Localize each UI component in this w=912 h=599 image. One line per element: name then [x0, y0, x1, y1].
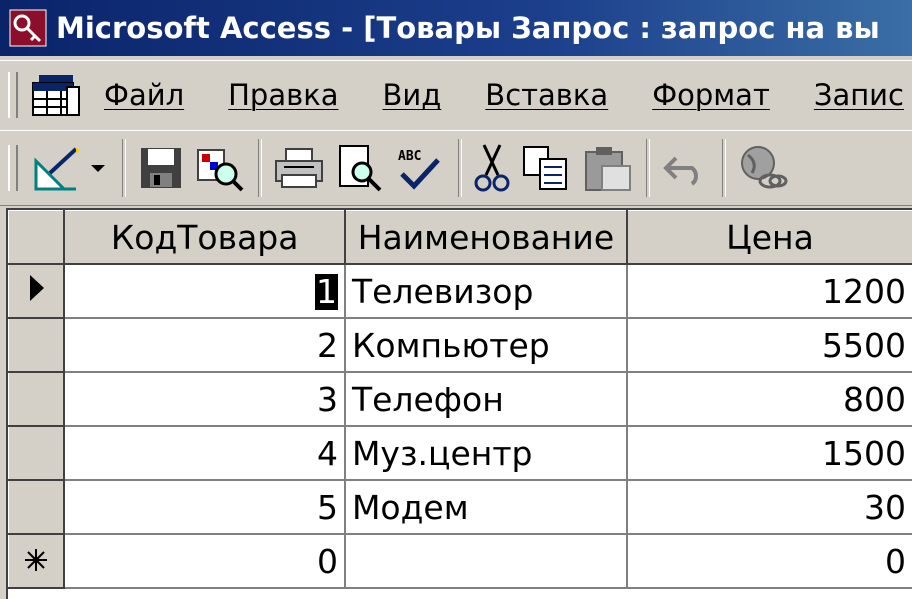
- table-row: 5 Модем 30: [9, 480, 912, 534]
- cell-id[interactable]: 4: [64, 426, 345, 480]
- cell-price-default[interactable]: 0: [627, 534, 912, 588]
- table-row: 2 Компьютер 5500: [9, 318, 912, 372]
- cell-name[interactable]: Модем: [345, 480, 627, 534]
- menu-file[interactable]: Файл: [104, 78, 184, 112]
- select-all-corner[interactable]: [9, 211, 65, 265]
- cell-name-empty[interactable]: [345, 534, 627, 588]
- menu-grip-handle[interactable]: [8, 72, 18, 118]
- new-record-row: 0 0: [9, 534, 912, 588]
- web-icon[interactable]: [738, 140, 788, 196]
- search-file-icon[interactable]: [196, 140, 244, 196]
- title-bar: Microsoft Access - [Товары Запрос : запр…: [0, 0, 912, 56]
- cell-name[interactable]: Телевизор: [345, 264, 627, 318]
- menu-edit[interactable]: Правка: [228, 78, 338, 112]
- column-header-id[interactable]: КодТовара: [64, 211, 345, 265]
- current-record-arrow-icon: [24, 273, 48, 303]
- standard-toolbar: ABC: [0, 130, 912, 206]
- cell-price[interactable]: 1500: [627, 426, 912, 480]
- svg-text:ABC: ABC: [398, 149, 421, 164]
- row-selector[interactable]: [9, 318, 65, 372]
- access-key-icon[interactable]: [8, 8, 48, 48]
- cut-icon[interactable]: [474, 140, 510, 196]
- menu-bar: Файл Правка Вид Вставка Формат Запис: [0, 60, 912, 129]
- cell-name[interactable]: Компьютер: [345, 318, 627, 372]
- cell-id[interactable]: 5: [64, 480, 345, 534]
- cell-price[interactable]: 5500: [627, 318, 912, 372]
- cell-id[interactable]: 1: [64, 264, 345, 318]
- toolbar-separator: [258, 139, 262, 197]
- row-selector[interactable]: [9, 426, 65, 480]
- row-selector[interactable]: [9, 480, 65, 534]
- toolbar-separator: [646, 139, 650, 197]
- cell-id-default[interactable]: 0: [64, 534, 345, 588]
- toolbar-grip-handle[interactable]: [8, 145, 18, 191]
- toolbar-separator: [122, 139, 126, 197]
- cell-id[interactable]: 2: [64, 318, 345, 372]
- save-icon[interactable]: [138, 140, 184, 196]
- datasheet-table: КодТовара Наименование Цена 1 Телевизор …: [8, 210, 912, 589]
- cell-name[interactable]: Муз.центр: [345, 426, 627, 480]
- window-title: Microsoft Access - [Товары Запрос : запр…: [56, 11, 880, 45]
- cell-price[interactable]: 800: [627, 372, 912, 426]
- menu-format[interactable]: Формат: [652, 78, 770, 112]
- toolbar-separator: [458, 139, 462, 197]
- datasheet-window-icon[interactable]: [30, 72, 82, 118]
- print-icon[interactable]: [274, 140, 324, 196]
- paste-icon[interactable]: [582, 140, 632, 196]
- table-row: 4 Муз.центр 1500: [9, 426, 912, 480]
- cell-price[interactable]: 30: [627, 480, 912, 534]
- datasheet-grid: КодТовара Наименование Цена 1 Телевизор …: [6, 208, 912, 599]
- copy-icon[interactable]: [522, 140, 570, 196]
- menu-view[interactable]: Вид: [383, 78, 442, 112]
- dropdown-arrow-icon[interactable]: [88, 140, 108, 196]
- new-record-asterisk-icon: [23, 547, 49, 573]
- design-view-icon[interactable]: [32, 140, 84, 196]
- cell-name[interactable]: Телефон: [345, 372, 627, 426]
- spelling-icon[interactable]: ABC: [396, 140, 444, 196]
- cell-price[interactable]: 1200: [627, 264, 912, 318]
- table-row: 3 Телефон 800: [9, 372, 912, 426]
- row-selector-current[interactable]: [9, 264, 65, 318]
- menu-records[interactable]: Запис: [814, 78, 904, 112]
- undo-icon[interactable]: [662, 140, 708, 196]
- row-selector-new[interactable]: [9, 534, 65, 588]
- header-row: КодТовара Наименование Цена: [9, 211, 912, 265]
- table-row: 1 Телевизор 1200: [9, 264, 912, 318]
- column-header-price[interactable]: Цена: [627, 211, 912, 265]
- print-preview-icon[interactable]: [336, 140, 384, 196]
- current-cell-value[interactable]: 1: [315, 274, 338, 310]
- menu-insert[interactable]: Вставка: [485, 78, 608, 112]
- row-selector[interactable]: [9, 372, 65, 426]
- toolbar-separator: [722, 139, 726, 197]
- column-header-name[interactable]: Наименование: [345, 211, 627, 265]
- cell-id[interactable]: 3: [64, 372, 345, 426]
